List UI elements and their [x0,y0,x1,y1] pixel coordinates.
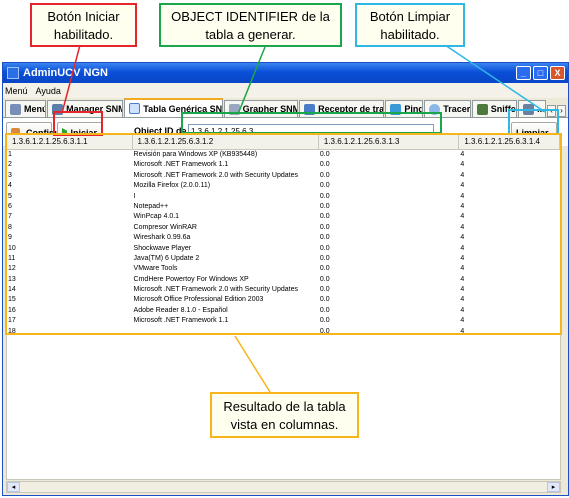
limpiar-callout: Botón Limpiar habilitado. [355,3,465,47]
oid-callout: OBJECT IDENTIFIER de la tabla a generar. [159,3,342,47]
resultado-callout: Resultado de la tabla vista en columnas. [210,392,359,438]
oid-connector [237,46,266,115]
iniciar-connector [61,44,81,114]
oid-highlight [181,112,442,134]
resultado-highlight [5,133,562,335]
iniciar-callout: Botón Iniciar habilitado. [30,3,137,47]
limpiar-highlight [508,109,559,135]
resultado-connector [234,335,271,393]
limpiar-connector [444,44,546,113]
